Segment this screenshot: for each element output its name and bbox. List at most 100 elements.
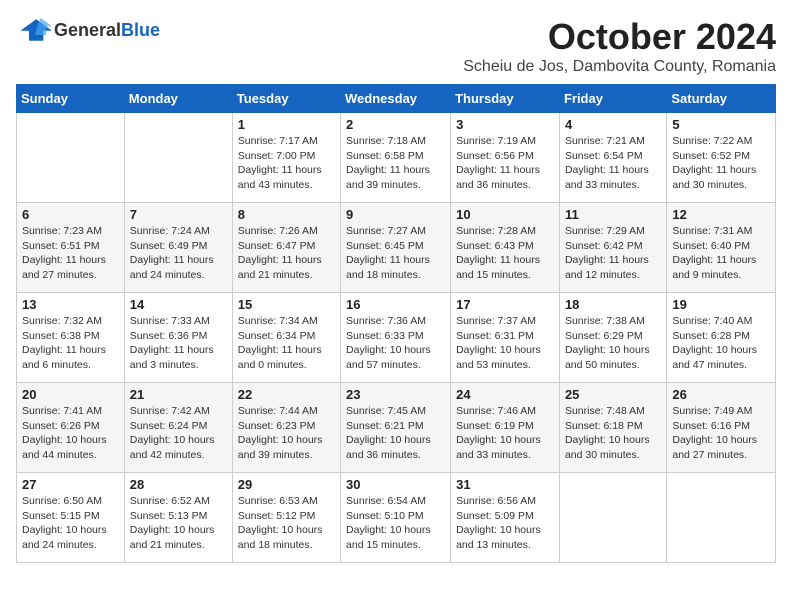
day-detail: Sunrise: 7:44 AM Sunset: 6:23 PM Dayligh… — [238, 404, 335, 463]
page-header: GeneralBlue October 2024 Scheiu de Jos, … — [16, 16, 776, 76]
calendar-cell — [124, 113, 232, 203]
day-detail: Sunrise: 7:27 AM Sunset: 6:45 PM Dayligh… — [346, 224, 445, 283]
weekday-thursday: Thursday — [451, 85, 560, 113]
calendar-cell: 21 Sunrise: 7:42 AM Sunset: 6:24 PM Dayli… — [124, 383, 232, 473]
day-number: 11 — [565, 207, 661, 222]
calendar-cell — [667, 473, 776, 563]
day-number: 30 — [346, 477, 445, 492]
location-subtitle: Scheiu de Jos, Dambovita County, Romania — [463, 58, 776, 76]
day-number: 9 — [346, 207, 445, 222]
day-number: 8 — [238, 207, 335, 222]
calendar-cell: 4 Sunrise: 7:21 AM Sunset: 6:54 PM Daylig… — [559, 113, 666, 203]
calendar-cell: 20 Sunrise: 7:41 AM Sunset: 6:26 PM Dayli… — [17, 383, 125, 473]
calendar-cell: 22 Sunrise: 7:44 AM Sunset: 6:23 PM Dayli… — [232, 383, 340, 473]
day-detail: Sunrise: 6:50 AM Sunset: 5:15 PM Dayligh… — [22, 494, 119, 553]
calendar-cell: 11 Sunrise: 7:29 AM Sunset: 6:42 PM Dayli… — [559, 203, 666, 293]
calendar-cell: 16Sunrise: 7:36 AM Sunset: 6:33 PM Dayli… — [341, 293, 451, 383]
day-detail: Sunrise: 7:33 AM Sunset: 6:36 PM Dayligh… — [130, 314, 227, 373]
calendar-cell: 3 Sunrise: 7:19 AM Sunset: 6:56 PM Daylig… — [451, 113, 560, 203]
day-detail: Sunrise: 7:24 AM Sunset: 6:49 PM Dayligh… — [130, 224, 227, 283]
week-row-5: 27Sunrise: 6:50 AM Sunset: 5:15 PM Dayli… — [17, 473, 776, 563]
calendar-cell: 26 Sunrise: 7:49 AM Sunset: 6:16 PM Dayli… — [667, 383, 776, 473]
calendar-cell: 13 Sunrise: 7:32 AM Sunset: 6:38 PM Dayli… — [17, 293, 125, 383]
day-detail: Sunrise: 7:42 AM Sunset: 6:24 PM Dayligh… — [130, 404, 227, 463]
calendar-cell: 19 Sunrise: 7:40 AM Sunset: 6:28 PM Dayli… — [667, 293, 776, 383]
day-detail: Sunrise: 7:32 AM Sunset: 6:38 PM Dayligh… — [22, 314, 119, 373]
day-number: 26 — [672, 387, 770, 402]
day-detail: Sunrise: 6:56 AM Sunset: 5:09 PM Dayligh… — [456, 494, 554, 553]
weekday-monday: Monday — [124, 85, 232, 113]
calendar-body: 1Sunrise: 7:17 AM Sunset: 7:00 PM Daylig… — [17, 113, 776, 563]
day-number: 18 — [565, 297, 661, 312]
day-detail: Sunrise: 6:54 AM Sunset: 5:10 PM Dayligh… — [346, 494, 445, 553]
calendar-cell: 25Sunrise: 7:48 AM Sunset: 6:18 PM Dayli… — [559, 383, 666, 473]
logo-general: General — [54, 20, 121, 40]
day-detail: Sunrise: 7:19 AM Sunset: 6:56 PM Dayligh… — [456, 134, 554, 193]
weekday-wednesday: Wednesday — [341, 85, 451, 113]
day-number: 7 — [130, 207, 227, 222]
day-detail: Sunrise: 6:53 AM Sunset: 5:12 PM Dayligh… — [238, 494, 335, 553]
day-number: 20 — [22, 387, 119, 402]
day-number: 4 — [565, 117, 661, 132]
day-detail: Sunrise: 7:49 AM Sunset: 6:16 PM Dayligh… — [672, 404, 770, 463]
day-detail: Sunrise: 7:21 AM Sunset: 6:54 PM Dayligh… — [565, 134, 661, 193]
day-number: 6 — [22, 207, 119, 222]
calendar-cell — [17, 113, 125, 203]
calendar-cell: 23Sunrise: 7:45 AM Sunset: 6:21 PM Dayli… — [341, 383, 451, 473]
calendar-cell: 15Sunrise: 7:34 AM Sunset: 6:34 PM Dayli… — [232, 293, 340, 383]
day-detail: Sunrise: 7:31 AM Sunset: 6:40 PM Dayligh… — [672, 224, 770, 283]
calendar-cell: 2 Sunrise: 7:18 AM Sunset: 6:58 PM Daylig… — [341, 113, 451, 203]
day-number: 10 — [456, 207, 554, 222]
day-number: 21 — [130, 387, 227, 402]
weekday-sunday: Sunday — [17, 85, 125, 113]
calendar-cell: 31 Sunrise: 6:56 AM Sunset: 5:09 PM Dayli… — [451, 473, 560, 563]
day-detail: Sunrise: 7:17 AM Sunset: 7:00 PM Dayligh… — [238, 134, 335, 193]
week-row-4: 20 Sunrise: 7:41 AM Sunset: 6:26 PM Dayli… — [17, 383, 776, 473]
calendar-cell: 8 Sunrise: 7:26 AM Sunset: 6:47 PM Daylig… — [232, 203, 340, 293]
day-detail: Sunrise: 7:28 AM Sunset: 6:43 PM Dayligh… — [456, 224, 554, 283]
day-detail: Sunrise: 7:48 AM Sunset: 6:18 PM Dayligh… — [565, 404, 661, 463]
day-number: 22 — [238, 387, 335, 402]
calendar-cell: 29 Sunrise: 6:53 AM Sunset: 5:12 PM Dayli… — [232, 473, 340, 563]
day-number: 19 — [672, 297, 770, 312]
day-detail: Sunrise: 7:29 AM Sunset: 6:42 PM Dayligh… — [565, 224, 661, 283]
day-detail: Sunrise: 7:36 AM Sunset: 6:33 PM Dayligh… — [346, 314, 445, 373]
day-detail: Sunrise: 7:26 AM Sunset: 6:47 PM Dayligh… — [238, 224, 335, 283]
calendar-cell: 24Sunrise: 7:46 AM Sunset: 6:19 PM Dayli… — [451, 383, 560, 473]
calendar-cell: 14 Sunrise: 7:33 AM Sunset: 6:36 PM Dayli… — [124, 293, 232, 383]
week-row-1: 1Sunrise: 7:17 AM Sunset: 7:00 PM Daylig… — [17, 113, 776, 203]
calendar-cell: 30 Sunrise: 6:54 AM Sunset: 5:10 PM Dayli… — [341, 473, 451, 563]
day-detail: Sunrise: 7:45 AM Sunset: 6:21 PM Dayligh… — [346, 404, 445, 463]
calendar-cell: 5 Sunrise: 7:22 AM Sunset: 6:52 PM Daylig… — [667, 113, 776, 203]
calendar-cell: 12 Sunrise: 7:31 AM Sunset: 6:40 PM Dayli… — [667, 203, 776, 293]
logo-blue: Blue — [121, 20, 160, 40]
day-number: 5 — [672, 117, 770, 132]
calendar-cell: 18Sunrise: 7:38 AM Sunset: 6:29 PM Dayli… — [559, 293, 666, 383]
day-detail: Sunrise: 6:52 AM Sunset: 5:13 PM Dayligh… — [130, 494, 227, 553]
calendar-cell: 9 Sunrise: 7:27 AM Sunset: 6:45 PM Daylig… — [341, 203, 451, 293]
weekday-header-row: SundayMondayTuesdayWednesdayThursdayFrid… — [17, 85, 776, 113]
weekday-saturday: Saturday — [667, 85, 776, 113]
calendar-cell: 7 Sunrise: 7:24 AM Sunset: 6:49 PM Daylig… — [124, 203, 232, 293]
day-detail: Sunrise: 7:34 AM Sunset: 6:34 PM Dayligh… — [238, 314, 335, 373]
calendar-cell: 1Sunrise: 7:17 AM Sunset: 7:00 PM Daylig… — [232, 113, 340, 203]
day-detail: Sunrise: 7:22 AM Sunset: 6:52 PM Dayligh… — [672, 134, 770, 193]
day-detail: Sunrise: 7:37 AM Sunset: 6:31 PM Dayligh… — [456, 314, 554, 373]
calendar-cell: 17Sunrise: 7:37 AM Sunset: 6:31 PM Dayli… — [451, 293, 560, 383]
day-number: 12 — [672, 207, 770, 222]
day-detail: Sunrise: 7:18 AM Sunset: 6:58 PM Dayligh… — [346, 134, 445, 193]
calendar-cell — [559, 473, 666, 563]
day-number: 13 — [22, 297, 119, 312]
day-number: 29 — [238, 477, 335, 492]
day-number: 28 — [130, 477, 227, 492]
calendar-cell: 27Sunrise: 6:50 AM Sunset: 5:15 PM Dayli… — [17, 473, 125, 563]
month-title: October 2024 — [463, 16, 776, 58]
calendar-cell: 28 Sunrise: 6:52 AM Sunset: 5:13 PM Dayli… — [124, 473, 232, 563]
day-detail: Sunrise: 7:41 AM Sunset: 6:26 PM Dayligh… — [22, 404, 119, 463]
day-number: 2 — [346, 117, 445, 132]
day-number: 3 — [456, 117, 554, 132]
day-number: 31 — [456, 477, 554, 492]
title-block: October 2024 Scheiu de Jos, Dambovita Co… — [463, 16, 776, 76]
day-detail: Sunrise: 7:40 AM Sunset: 6:28 PM Dayligh… — [672, 314, 770, 373]
day-number: 14 — [130, 297, 227, 312]
